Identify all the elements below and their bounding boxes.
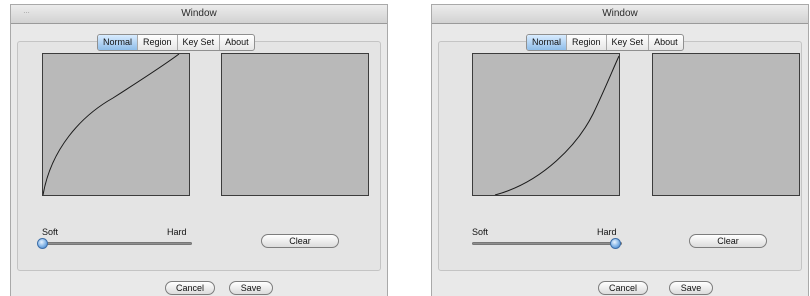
curve-graph[interactable]	[472, 53, 620, 196]
background-window-title: …	[23, 8, 30, 15]
window-title: Window	[602, 8, 638, 19]
tab-about[interactable]: About	[219, 35, 254, 50]
curve-graph[interactable]	[42, 53, 190, 196]
hardness-slider-track[interactable]	[42, 242, 192, 245]
curve-svg	[494, 55, 619, 195]
preview-pane	[221, 53, 369, 196]
cancel-button[interactable]: Cancel	[165, 281, 215, 295]
title-bar[interactable]: Window	[432, 5, 808, 24]
hardness-slider-track[interactable]	[472, 242, 622, 245]
hard-label: Hard	[167, 227, 187, 237]
tab-about[interactable]: About	[648, 35, 683, 50]
tab-bar: Normal Region Key Set About	[97, 34, 255, 51]
response-curve	[43, 54, 180, 195]
save-button[interactable]: Save	[669, 281, 713, 295]
tab-normal[interactable]: Normal	[527, 35, 567, 50]
hardness-slider-knob[interactable]	[37, 238, 48, 249]
window-left: … Window Normal Region Key Set About Sof…	[10, 4, 388, 296]
window-right: Window Normal Region Key Set About Soft …	[431, 4, 809, 296]
curve-svg	[43, 54, 180, 195]
tab-key-set[interactable]: Key Set	[605, 35, 649, 50]
tab-key-set[interactable]: Key Set	[176, 35, 220, 50]
soft-label: Soft	[472, 227, 489, 237]
clear-button[interactable]: Clear	[689, 234, 767, 248]
title-bar[interactable]: … Window	[11, 5, 387, 24]
soft-label: Soft	[42, 227, 59, 237]
window-title: Window	[181, 8, 217, 19]
hard-label: Hard	[597, 227, 617, 237]
clear-button[interactable]: Clear	[261, 234, 339, 248]
preview-pane	[652, 53, 800, 196]
tab-normal[interactable]: Normal	[98, 35, 138, 50]
response-curve	[494, 55, 619, 195]
tab-region[interactable]: Region	[566, 35, 606, 50]
cancel-button[interactable]: Cancel	[598, 281, 648, 295]
tab-region[interactable]: Region	[137, 35, 177, 50]
tab-bar: Normal Region Key Set About	[526, 34, 684, 51]
save-button[interactable]: Save	[229, 281, 273, 295]
hardness-slider-knob[interactable]	[610, 238, 621, 249]
